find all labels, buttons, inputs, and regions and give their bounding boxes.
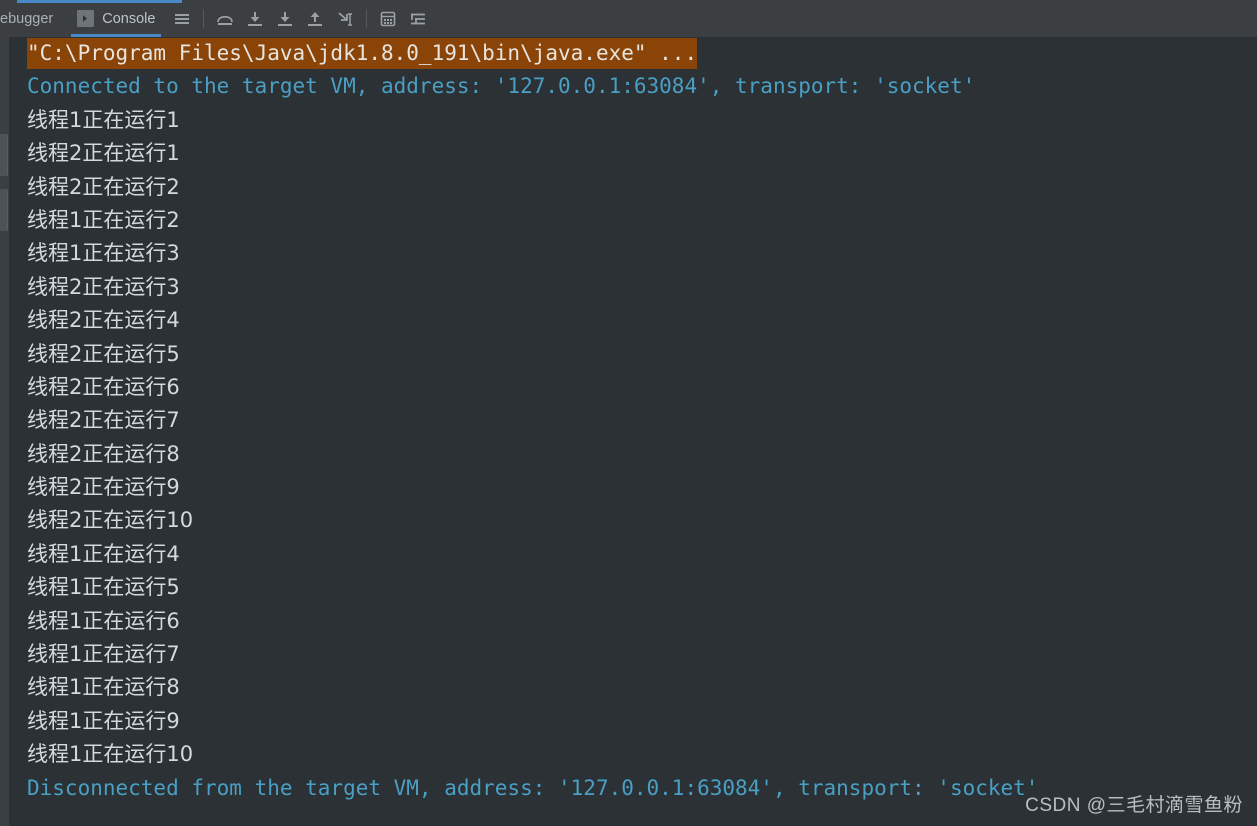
- console-line: 线程1正在运行2: [27, 207, 180, 232]
- debug-tabstrip: ebugger Console: [0, 0, 433, 37]
- print-settings-icon[interactable]: [403, 0, 433, 37]
- console-line: "C:\Program Files\Java\jdk1.8.0_191\bin\…: [9, 37, 1257, 70]
- left-tool-gutter: [0, 37, 9, 826]
- console-line: 线程1正在运行5: [27, 575, 180, 600]
- run-to-cursor-icon[interactable]: [330, 0, 360, 37]
- console-line: 线程2正在运行5: [27, 341, 180, 366]
- console-line: 线程1正在运行10: [27, 742, 194, 767]
- console-icon: [77, 10, 95, 27]
- console-line: 线程1正在运行9: [27, 708, 180, 733]
- console-line: 线程1正在运行8: [27, 675, 180, 700]
- step-into-icon[interactable]: [240, 0, 270, 37]
- toolbar-separator-2: [366, 9, 368, 28]
- console-line: 线程2正在运行10: [27, 508, 194, 533]
- console-line: 线程2正在运行3: [27, 274, 180, 299]
- soft-wrap-icon[interactable]: [167, 0, 197, 37]
- console-line: 线程1正在运行6: [27, 608, 180, 633]
- step-out-icon[interactable]: [300, 0, 330, 37]
- console-line: Connected to the target VM, address: '12…: [27, 74, 976, 99]
- console-line: 线程2正在运行9: [27, 475, 180, 500]
- tab-debugger[interactable]: ebugger: [0, 0, 65, 37]
- csdn-watermark: CSDN @三毛村滴雪鱼粉: [1025, 795, 1243, 816]
- console-line: 线程2正在运行1: [27, 141, 180, 166]
- console-line: 线程2正在运行6: [27, 374, 180, 399]
- console-line: 线程1正在运行7: [27, 642, 180, 667]
- console-line: 线程1正在运行4: [27, 541, 180, 566]
- side-panel-stub-1[interactable]: [0, 134, 8, 176]
- console-line: 线程1正在运行3: [27, 241, 180, 266]
- debug-toolbar: ebugger Console: [0, 0, 1257, 37]
- toolbar-separator-1: [203, 9, 205, 28]
- tab-console-label: Console: [102, 10, 156, 27]
- tab-debugger-label: ebugger: [0, 10, 54, 27]
- command-line-highlight: "C:\Program Files\Java\jdk1.8.0_191\bin\…: [27, 38, 698, 69]
- step-over-icon[interactable]: [210, 0, 240, 37]
- console-line: 线程2正在运行8: [27, 441, 180, 466]
- side-panel-stub-2[interactable]: [0, 189, 8, 231]
- console-output-area[interactable]: "C:\Program Files\Java\jdk1.8.0_191\bin\…: [9, 37, 1257, 826]
- console-line: 线程2正在运行2: [27, 174, 180, 199]
- tab-console[interactable]: Console: [65, 0, 167, 37]
- console-line: 线程2正在运行4: [27, 308, 180, 333]
- evaluate-expression-icon[interactable]: [373, 0, 403, 37]
- console-line: 线程1正在运行1: [27, 107, 180, 132]
- force-step-into-icon[interactable]: [270, 0, 300, 37]
- console-line: 线程2正在运行7: [27, 408, 180, 433]
